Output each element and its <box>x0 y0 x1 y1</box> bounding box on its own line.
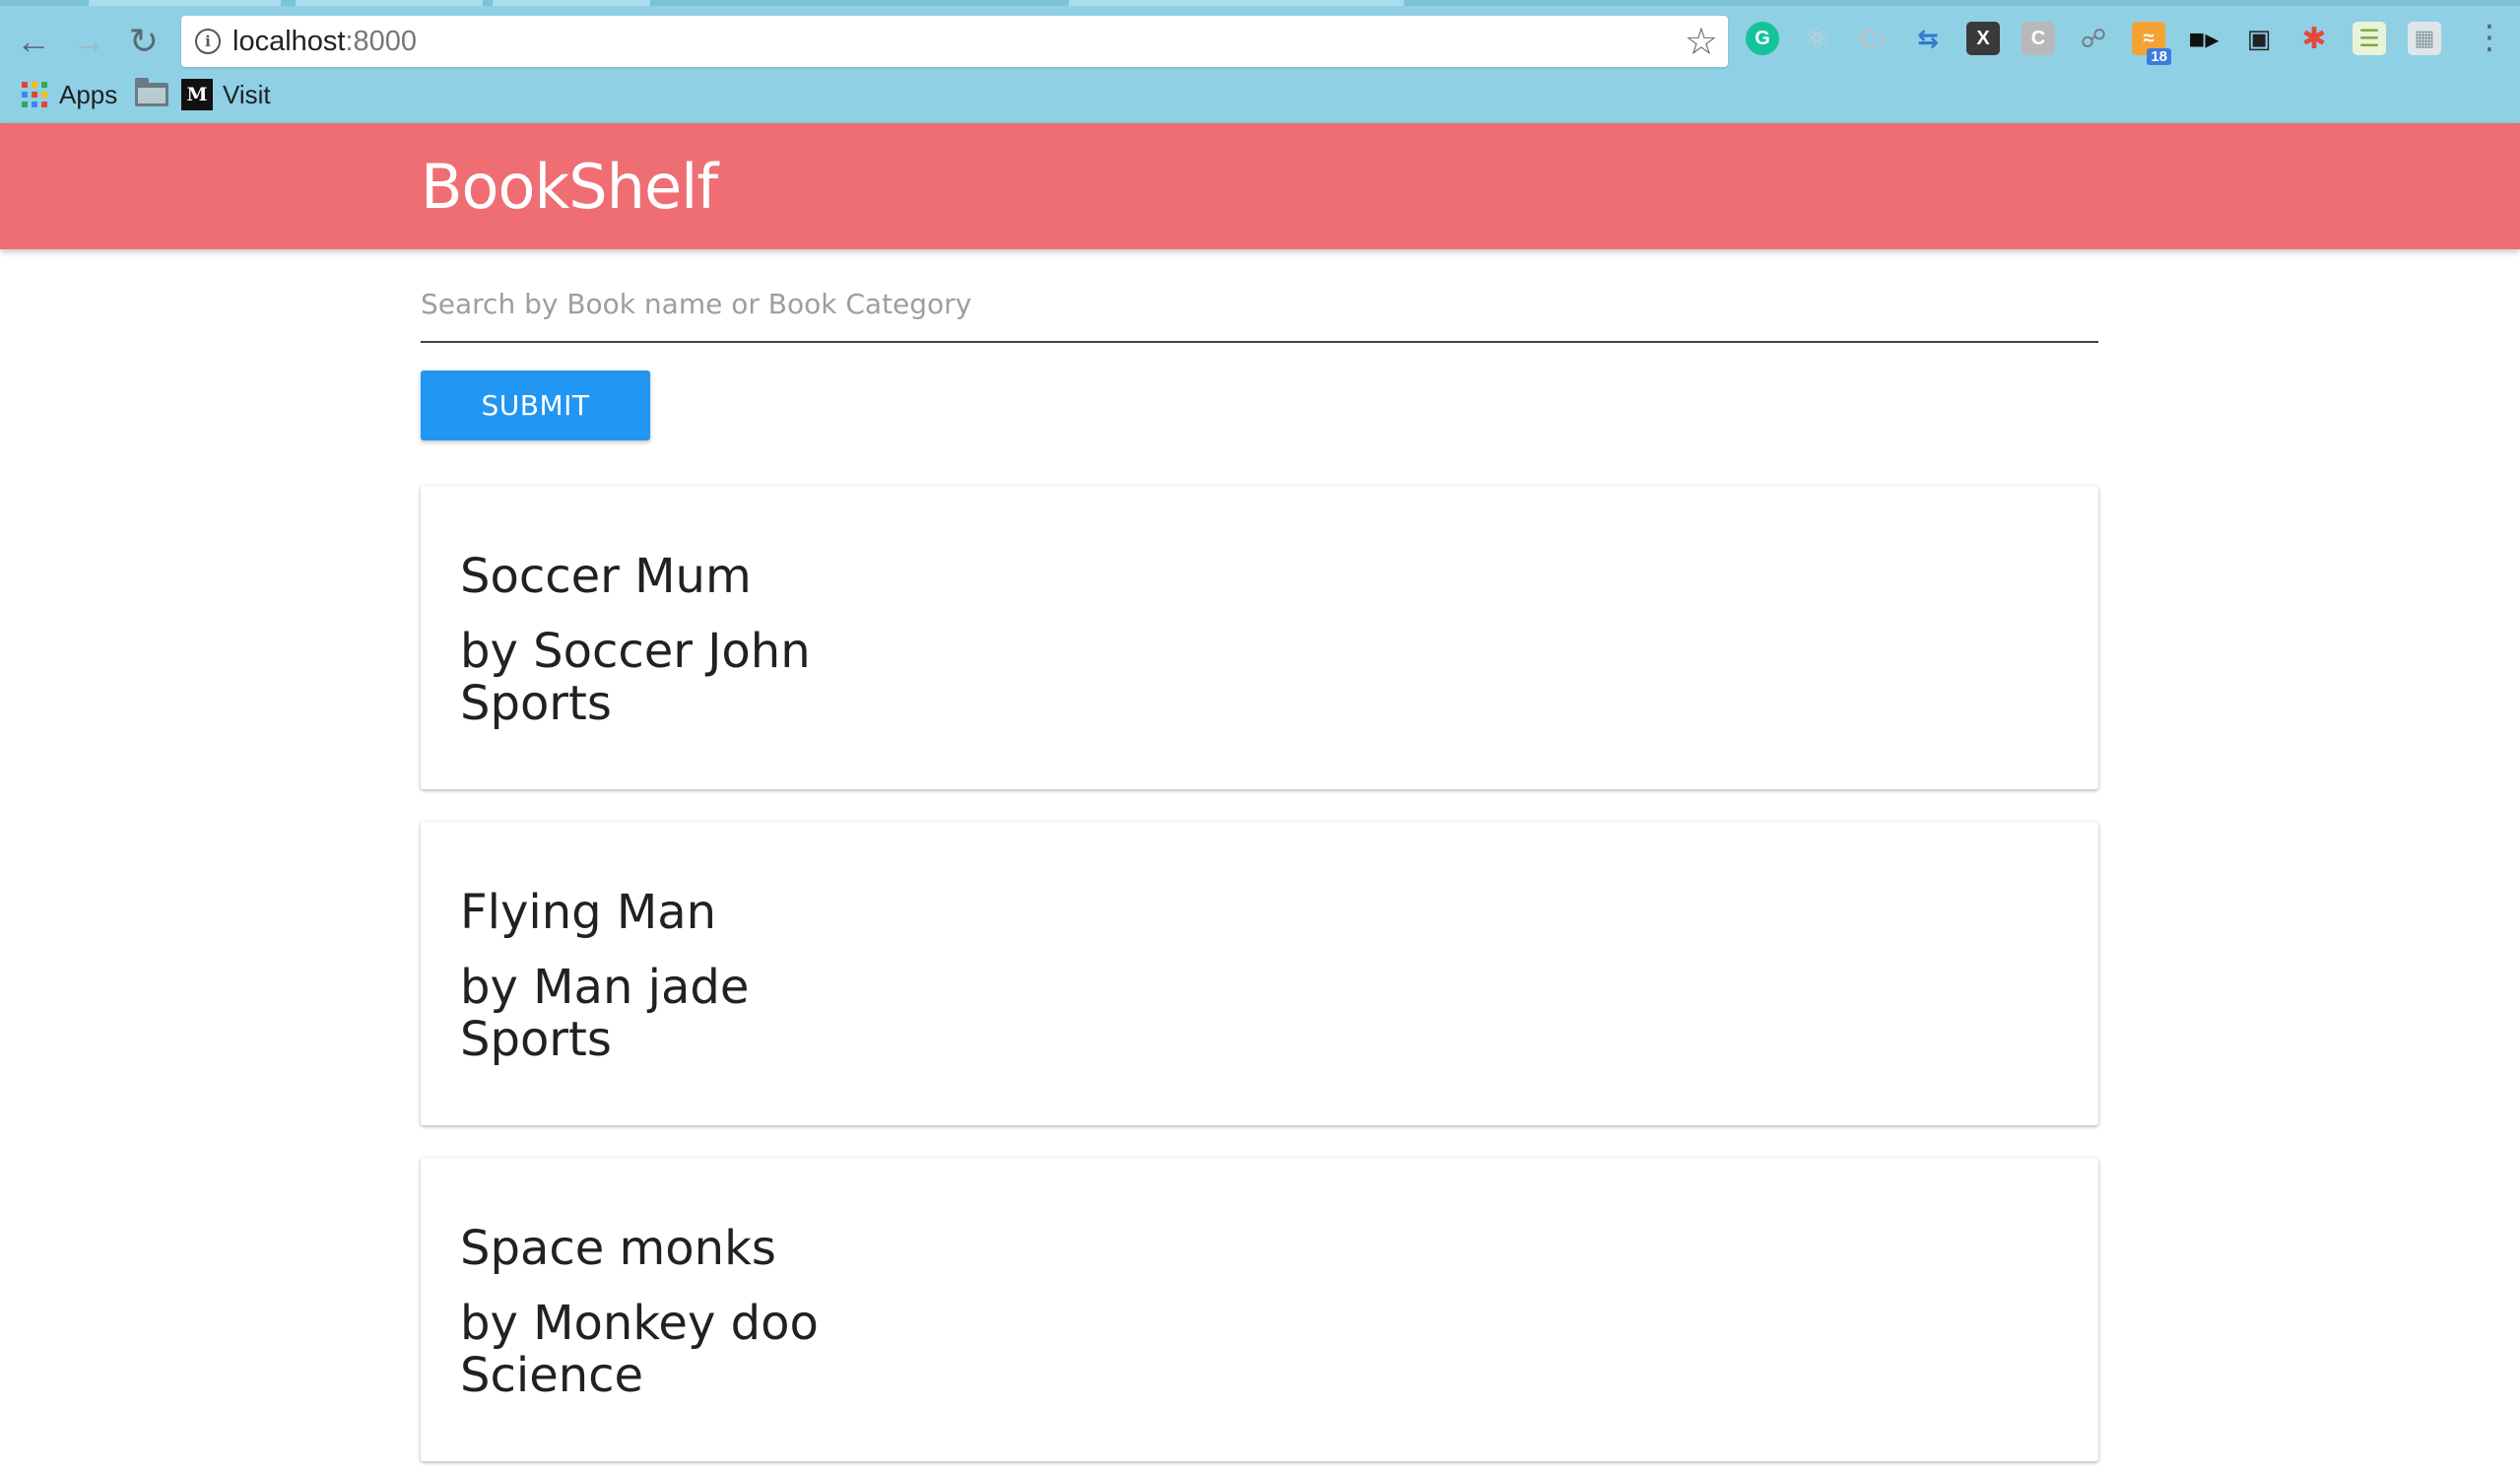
react-devtools-icon[interactable]: ⚛ <box>1801 22 1834 55</box>
bookmark-apps[interactable]: Apps <box>22 75 117 114</box>
tab[interactable] <box>89 0 281 6</box>
asterisk-extension-icon[interactable]: ✱ <box>2297 22 2331 55</box>
book-author: by Man jade <box>460 960 750 1015</box>
tab[interactable] <box>493 0 650 6</box>
folder-icon <box>135 78 168 106</box>
tab[interactable] <box>1069 0 1404 6</box>
reload-icon: ↻ <box>128 21 160 61</box>
video-camera-icon[interactable]: ■▸ <box>2187 22 2221 55</box>
back-button[interactable]: ← <box>12 20 55 63</box>
rss-feed-icon[interactable]: ≈18 <box>2132 22 2171 65</box>
book-author: by Soccer John <box>460 624 811 679</box>
browser-chrome: ← → ↻ i localhost:8000 ☆ G ⚛ C› ⇆ X C ☍ … <box>0 0 2520 123</box>
book-category: Science <box>460 1348 644 1403</box>
grammarly-icon[interactable]: G <box>1746 22 1779 55</box>
arrow-right-icon: → <box>71 21 106 61</box>
book-author: by Monkey doo <box>460 1296 819 1351</box>
bookmark-folder[interactable] <box>135 75 168 114</box>
app-header: BookShelf <box>0 123 2520 249</box>
bookmark-visit[interactable]: M Visit <box>181 75 271 114</box>
tab-strip <box>0 0 2520 6</box>
book-category: Sports <box>460 1012 612 1067</box>
forward-button[interactable]: → <box>67 20 110 63</box>
tab[interactable] <box>296 0 483 6</box>
book-category: Sports <box>460 676 612 731</box>
book-card: Flying Man by Man jade Sports <box>421 822 2098 1125</box>
apps-grid-icon <box>22 82 47 107</box>
c-extension-icon[interactable]: C <box>2022 22 2055 55</box>
book-title: Space monks <box>460 1221 776 1276</box>
bookmark-visit-label: Visit <box>223 79 271 109</box>
book-title: Flying Man <box>460 885 717 940</box>
swap-arrows-icon[interactable]: ⇆ <box>1911 22 1945 55</box>
info-icon[interactable]: i <box>195 29 221 54</box>
grid-extension-icon[interactable]: ▦ <box>2408 22 2441 55</box>
book-title: Soccer Mum <box>460 549 752 604</box>
medium-logo-icon: M <box>181 79 213 110</box>
book-card: Space monks by Monkey doo Science <box>421 1158 2098 1461</box>
search-input[interactable] <box>421 266 2098 343</box>
satellite-icon[interactable]: ☍ <box>2077 22 2110 55</box>
address-bar[interactable]: i localhost:8000 ☆ <box>181 16 1728 67</box>
bookmark-star-icon[interactable]: ☆ <box>1685 20 1718 64</box>
sheet-extension-icon[interactable]: ☰ <box>2353 22 2386 55</box>
bookmark-apps-label: Apps <box>59 79 118 109</box>
app-title: BookShelf <box>421 151 718 223</box>
extension-c-outline-icon[interactable]: C› <box>1856 22 1890 55</box>
book-card: Soccer Mum by Soccer John Sports <box>421 486 2098 789</box>
submit-button[interactable]: SUBMIT <box>421 370 650 440</box>
x-extension-icon[interactable]: X <box>1966 22 2000 55</box>
arrow-left-icon: ← <box>16 21 51 61</box>
cast-screen-icon[interactable]: ▣ <box>2242 22 2276 55</box>
browser-menu-icon[interactable]: ⋮ <box>2473 18 2506 61</box>
url-text[interactable]: localhost:8000 <box>232 26 417 58</box>
reload-button[interactable]: ↻ <box>122 20 166 63</box>
